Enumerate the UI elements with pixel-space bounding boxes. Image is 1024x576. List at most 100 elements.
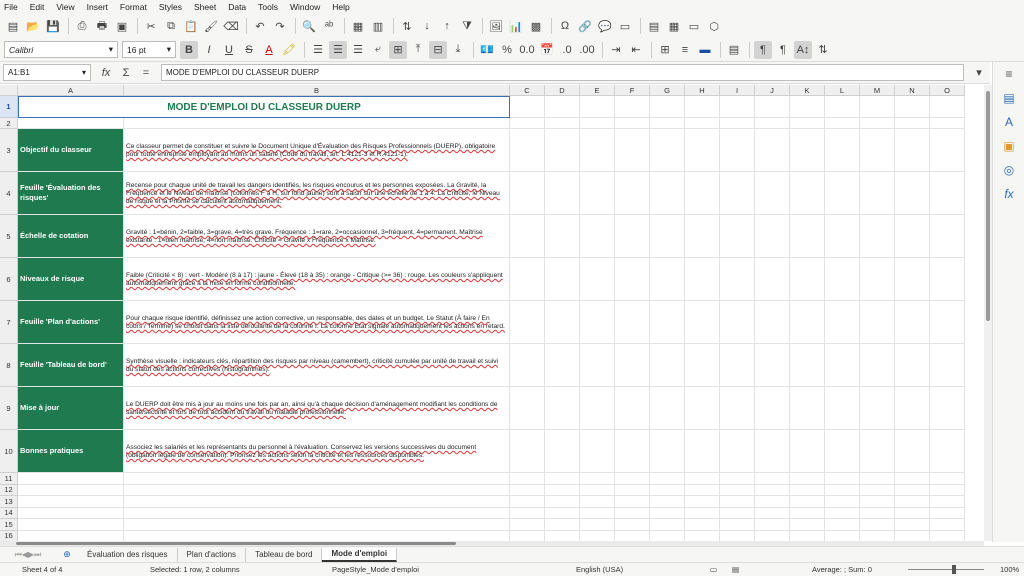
grid-cell[interactable] — [650, 387, 685, 430]
grid-cell[interactable] — [720, 301, 755, 344]
grid-cell[interactable] — [615, 530, 650, 541]
row-icon[interactable]: ▦ — [349, 17, 367, 35]
section-description[interactable]: Associez les salariés et les représentan… — [124, 430, 510, 473]
grid-cell[interactable] — [124, 496, 510, 508]
grid-cell[interactable] — [650, 519, 685, 531]
percent-format-icon[interactable]: % — [498, 41, 516, 59]
grid-cell[interactable] — [895, 473, 930, 485]
grid-cell[interactable] — [895, 344, 930, 387]
align-bottom-icon[interactable]: ⤓ — [449, 41, 467, 59]
new-document-icon[interactable]: ▤ — [4, 17, 22, 35]
menu-item-format[interactable]: Format — [120, 2, 147, 12]
grid-cell[interactable] — [755, 96, 790, 118]
grid-cell[interactable] — [580, 430, 615, 473]
grid-cell[interactable] — [685, 484, 720, 496]
column-icon[interactable]: ▥ — [369, 17, 387, 35]
grid-cell[interactable] — [615, 129, 650, 172]
grid-cell[interactable] — [825, 215, 860, 258]
formula-equals-icon[interactable]: = — [137, 64, 155, 82]
grid-cell[interactable] — [510, 507, 545, 519]
border-style-icon[interactable]: ≡ — [676, 41, 694, 59]
grid-cell[interactable] — [650, 96, 685, 118]
section-description[interactable]: Ce classeur permet de constituer et suiv… — [124, 129, 510, 172]
grid-cell[interactable] — [790, 484, 825, 496]
font-name-box[interactable]: Calibri ▾ — [4, 41, 118, 58]
clone-formatting-icon[interactable]: 🖌 — [202, 17, 220, 35]
grid-cell[interactable] — [790, 258, 825, 301]
menu-item-window[interactable]: Window — [290, 2, 320, 12]
grid-cell[interactable] — [930, 215, 965, 258]
grid-cell[interactable] — [790, 530, 825, 541]
grid-cell[interactable] — [685, 215, 720, 258]
grid-cell[interactable] — [545, 430, 580, 473]
hyperlink-icon[interactable]: 🔗 — [576, 17, 594, 35]
grid-cell[interactable] — [580, 387, 615, 430]
grid-cell[interactable] — [510, 118, 545, 129]
row-header[interactable]: 7 — [0, 301, 18, 344]
grid-cell[interactable] — [580, 496, 615, 508]
grid-cell[interactable] — [510, 258, 545, 301]
sheet-tab[interactable]: Plan d'actions — [178, 547, 247, 562]
name-box[interactable]: A1:B1 ▾ — [3, 64, 91, 81]
tab-navigation-icon[interactable]: ⏮◀▶⏭ — [0, 546, 56, 564]
grid-cell[interactable] — [790, 387, 825, 430]
scroll-thumb[interactable] — [986, 91, 990, 321]
grid-cell[interactable] — [580, 473, 615, 485]
grid-cell[interactable] — [930, 387, 965, 430]
export-pdf-icon[interactable]: ⎙ — [73, 17, 91, 35]
grid-cell[interactable] — [615, 519, 650, 531]
grid-cell[interactable] — [545, 258, 580, 301]
status-sum[interactable]: Average: ; Sum: 0 — [812, 565, 872, 574]
sort-descending-icon[interactable]: ↑ — [438, 17, 456, 35]
grid-cell[interactable] — [860, 507, 895, 519]
hamburger-menu-icon[interactable]: ≡ — [993, 62, 1024, 86]
grid-cell[interactable] — [790, 507, 825, 519]
menu-item-styles[interactable]: Styles — [159, 2, 182, 12]
grid-cell[interactable] — [510, 496, 545, 508]
grid-cell[interactable] — [790, 96, 825, 118]
grid-cell[interactable] — [615, 387, 650, 430]
grid-cell[interactable] — [615, 430, 650, 473]
grid-cell[interactable] — [790, 301, 825, 344]
grid-cell[interactable] — [825, 530, 860, 541]
grid-cell[interactable] — [124, 473, 510, 485]
functions-icon[interactable]: fx — [993, 182, 1024, 206]
grid-cell[interactable] — [860, 118, 895, 129]
grid-cell[interactable] — [18, 118, 124, 129]
grid-cell[interactable] — [615, 215, 650, 258]
grid-cell[interactable] — [650, 118, 685, 129]
grid-cell[interactable] — [650, 473, 685, 485]
grid-cell[interactable] — [615, 344, 650, 387]
grid-cell[interactable] — [720, 387, 755, 430]
row-header[interactable]: 4 — [0, 172, 18, 215]
grid-cell[interactable] — [580, 484, 615, 496]
grid-cell[interactable] — [510, 172, 545, 215]
sheet-tab[interactable]: Tableau de bord — [246, 547, 323, 562]
split-window-icon[interactable]: ▭ — [685, 17, 703, 35]
section-label[interactable]: Feuille 'Évaluation des risques' — [18, 172, 124, 215]
grid-cell[interactable] — [755, 430, 790, 473]
insert-chart-icon[interactable]: 📊 — [507, 17, 525, 35]
grid-cell[interactable] — [18, 484, 124, 496]
headers-footers-icon[interactable]: ▭ — [616, 17, 634, 35]
grid-cell[interactable] — [825, 473, 860, 485]
grid-cell[interactable] — [790, 430, 825, 473]
grid-cell[interactable] — [895, 530, 930, 541]
grid-cell[interactable] — [545, 387, 580, 430]
wrap-text-icon[interactable]: ⤶ — [369, 41, 387, 59]
menu-item-sheet[interactable]: Sheet — [194, 2, 216, 12]
grid-cell[interactable] — [895, 96, 930, 118]
align-left-icon[interactable]: ☰ — [309, 41, 327, 59]
grid-cell[interactable] — [685, 530, 720, 541]
grid-cell[interactable] — [580, 344, 615, 387]
number-format-icon[interactable]: 0.0 — [518, 41, 536, 59]
cut-icon[interactable]: ✂ — [142, 17, 160, 35]
grid-cell[interactable] — [930, 530, 965, 541]
grid-cell[interactable] — [720, 519, 755, 531]
grid-cell[interactable] — [580, 215, 615, 258]
date-format-icon[interactable]: 📅 — [538, 41, 556, 59]
row-header[interactable]: 13 — [0, 496, 18, 508]
grid-cell[interactable] — [650, 301, 685, 344]
properties-icon[interactable]: ▤ — [993, 86, 1024, 110]
grid-cell[interactable] — [895, 129, 930, 172]
